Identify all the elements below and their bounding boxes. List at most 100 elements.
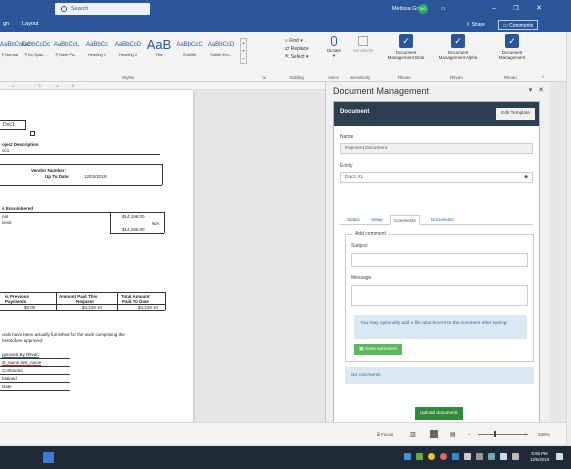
tab-status[interactable]: Status — [344, 215, 363, 225]
styles-gallery: AaBbCcDc ¶ Normal AaBbCcDc ¶ No Spac... Aa… — [0, 38, 265, 64]
focus-button[interactable]: ⌸ Focus — [377, 432, 393, 437]
style-label: Heading 1 — [87, 52, 107, 57]
style-preview: AaBbCcD — [114, 42, 142, 48]
select-button[interactable]: ⇱ Select ▾ — [285, 53, 309, 61]
ribbon-display-icon[interactable]: ▭ — [432, 0, 454, 18]
minimize-button[interactable]: – — [483, 0, 505, 18]
tray-app-icon[interactable] — [464, 453, 471, 460]
zoom-in-icon[interactable]: + — [524, 432, 527, 437]
tab-layout[interactable]: Layout — [22, 21, 39, 27]
close-button[interactable]: ✕ — [528, 0, 550, 18]
collapse-ribbon-icon[interactable]: ^ — [542, 75, 544, 80]
last-name: st_name last_name — [2, 360, 42, 365]
tray-app-icon[interactable] — [440, 453, 447, 460]
upload-document-button[interactable]: Upload document — [415, 407, 463, 420]
sensitivity-label: Sensitivity — [352, 48, 374, 53]
save-comment-label: Save comment — [364, 347, 397, 352]
pane-close-icon[interactable]: ✕ — [538, 87, 544, 94]
styles-dialog-launcher-icon[interactable]: ⇲ — [262, 75, 266, 81]
find-label: Find — [289, 38, 299, 44]
document-management-button[interactable]: ✓ Document Management — [490, 34, 534, 60]
network-icon[interactable] — [500, 453, 507, 460]
search-box[interactable]: Search — [55, 3, 150, 15]
add-comment-form: Add comment Subject Message You may opti… — [345, 231, 534, 362]
read-mode-icon[interactable]: ▥ — [410, 431, 416, 438]
sensitivity-button[interactable]: Sensitivity — [348, 36, 378, 53]
dm-header: Document Edit Template — [334, 102, 539, 126]
style-subtle-emphasis[interactable]: AaBbCcD Subtle Em... — [205, 38, 237, 57]
comments-button[interactable]: ▭ Comments — [498, 20, 539, 30]
style-no-spacing[interactable]: AaBbCcDc ¶ No Spac... — [20, 38, 51, 57]
vertical-scrollbar[interactable] — [566, 32, 571, 444]
obtained-label: btained — [2, 376, 17, 381]
zoom-level[interactable]: 100% — [538, 432, 550, 437]
addin-label: Management — [498, 55, 526, 60]
zoom-slider[interactable] — [478, 434, 528, 435]
style-preview: AaBbCc — [85, 42, 108, 48]
dictate-button[interactable]: Dictate ▾ — [322, 36, 346, 59]
tray-app-icon[interactable] — [416, 453, 423, 460]
tab-setup[interactable]: Setup — [368, 215, 386, 225]
share-label: Share — [471, 22, 485, 28]
edit-template-button[interactable]: Edit Template — [496, 108, 535, 120]
tray-app-icon[interactable] — [476, 453, 483, 460]
notification-icon[interactable] — [556, 453, 563, 460]
share-button[interactable]: ⇪ Share — [466, 20, 485, 30]
pane-options-icon[interactable]: ▾ — [529, 87, 533, 94]
style-preview: AaBbCcD — [207, 42, 235, 48]
tray-app-icon[interactable] — [428, 453, 435, 460]
avatar[interactable]: MG — [418, 4, 428, 14]
tab-design[interactable]: gn — [3, 21, 9, 27]
paragraph-line-2: heretofore approved — [2, 338, 43, 343]
styles-scroll[interactable]: ▴ ▾ ▿ — [240, 38, 247, 64]
style-label: ¶ Normal — [1, 52, 19, 57]
chevron-down-icon: ▾ — [332, 53, 336, 58]
clock[interactable]: 5:55 PM 12/5/2019 — [530, 451, 549, 463]
sensitivity-group-label: Sensitivity — [350, 75, 371, 80]
message-input[interactable] — [351, 285, 528, 306]
style-heading-2[interactable]: AaBbCcD Heading 2 — [112, 38, 144, 57]
addin-group-label: Ritvan — [398, 75, 411, 80]
volume-icon[interactable] — [512, 453, 519, 460]
document-page[interactable]: Doc1 oject Description oc1 Vendor Number… — [0, 90, 193, 422]
style-normal[interactable]: AaBbCcDc ¶ Normal — [0, 38, 29, 57]
entity-value: Doc1 #1 — [345, 175, 363, 180]
tab-documents[interactable]: Documents — [428, 215, 457, 225]
document-management-beta-button[interactable]: ✓ Document Management Beta — [384, 34, 428, 60]
save-comment-button[interactable]: ▣ Save comment — [354, 344, 402, 355]
up-to-date-label: Up To Date: — [45, 174, 70, 179]
subject-input[interactable] — [351, 253, 528, 267]
taskbar: 5:55 PM 12/5/2019 — [0, 446, 571, 469]
select-label: Select — [290, 54, 305, 60]
horizontal-ruler[interactable]: ·· 1 ·· · · · · · · · · 3 · · · · · · 4 … — [0, 82, 325, 90]
restore-button[interactable]: ❐ — [505, 0, 527, 18]
addin-group-label: Ritvan — [450, 75, 463, 80]
entity-select[interactable]: Doc1 #1 ◆ — [340, 172, 533, 183]
web-layout-icon[interactable]: ▤ — [450, 431, 456, 438]
paragraph-line-1: cials have been actually furnished for t… — [2, 332, 125, 337]
tray-app-icon[interactable] — [404, 453, 411, 460]
style-subtitle[interactable]: AaBbCcC Subtitle — [174, 38, 205, 57]
title-bar: Search Melissa Gritz MG ▭ – ❐ ✕ — [0, 0, 571, 18]
status-bar: ⌸ Focus ▥ ▤ – + 100% — [0, 422, 566, 444]
style-heading-1[interactable]: AaBbCc Heading 1 — [82, 38, 112, 57]
zoom-slider-thumb[interactable] — [494, 431, 496, 437]
style-label: ¶ Table Pa... — [55, 52, 78, 57]
tab-comments[interactable]: Comments — [390, 215, 420, 225]
windows-start-icon[interactable] — [43, 452, 54, 463]
word-window: Search Melissa Gritz MG ▭ – ❐ ✕ gn Layou… — [0, 0, 571, 469]
row2-value: N/A — [152, 221, 160, 226]
find-button[interactable]: ⌕ Find ▾ — [285, 37, 309, 45]
document-management-alpha-button[interactable]: ✓ Document Management Alpha — [435, 34, 481, 60]
print-layout-icon[interactable] — [430, 430, 438, 438]
document-management-pane: Document Management ▾ ✕ Document Edit Te… — [325, 82, 550, 435]
encumbered-heading: s Encumbered — [2, 206, 34, 211]
tray-app-icon[interactable] — [452, 453, 459, 460]
style-table-paragraph[interactable]: AaBbCcL ¶ Table Pa... — [51, 38, 82, 57]
replace-button[interactable]: ⇄ Replace — [285, 45, 309, 53]
up-to-date-value: 12/02/2019 — [84, 174, 107, 179]
zoom-out-icon[interactable]: – — [468, 432, 471, 437]
tray-app-icon[interactable] — [488, 453, 495, 460]
name-field[interactable]: Payment Document — [340, 143, 533, 154]
style-title[interactable]: AaB Title — [144, 38, 174, 58]
